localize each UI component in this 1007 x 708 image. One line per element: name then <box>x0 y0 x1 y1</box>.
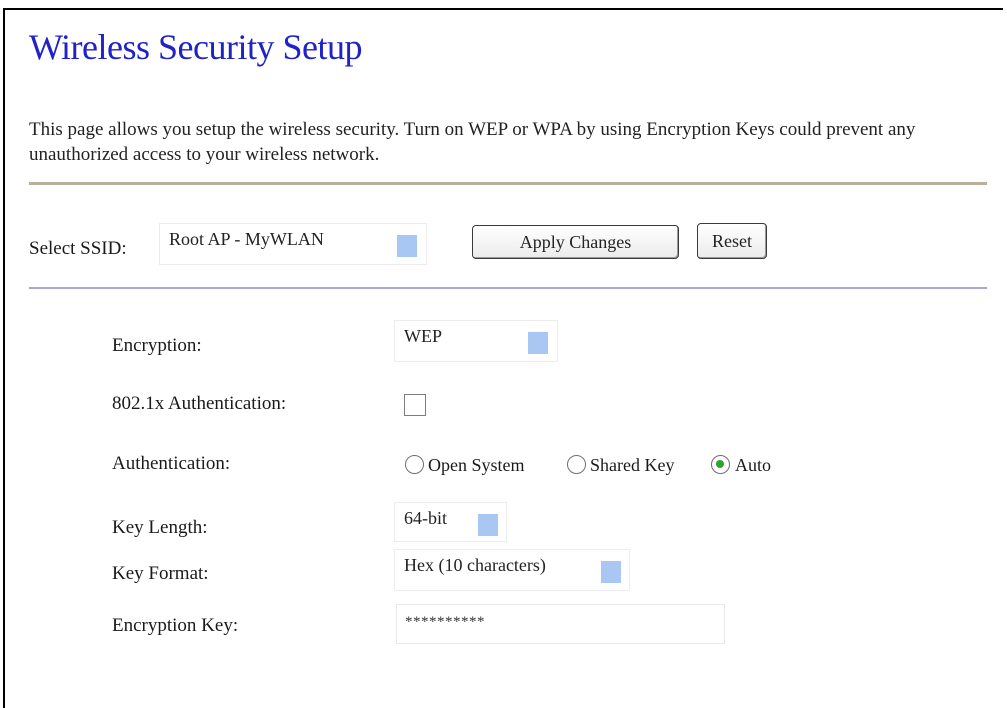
key-format-label: Key Format: <box>112 563 209 584</box>
encryption-key-value: ********** <box>405 614 485 630</box>
key-format-select-arrow-icon[interactable] <box>601 561 621 583</box>
auth-8021x-checkbox[interactable] <box>404 394 426 416</box>
divider-top <box>29 182 987 185</box>
encryption-key-label: Encryption Key: <box>112 615 239 636</box>
radio-shared-key[interactable] <box>567 455 586 474</box>
radio-auto[interactable] <box>711 455 730 474</box>
key-format-select-value: Hex (10 characters) <box>404 555 546 575</box>
encryption-key-input[interactable]: ********** <box>396 604 725 644</box>
apply-changes-label: Apply Changes <box>519 231 632 252</box>
encryption-select-arrow-icon[interactable] <box>528 332 548 354</box>
key-length-select[interactable]: 64-bit <box>394 502 507 542</box>
encryption-label: Encryption: <box>112 335 202 356</box>
key-length-label: Key Length: <box>112 517 208 538</box>
page-title: Wireless Security Setup <box>29 27 362 67</box>
key-length-select-value: 64-bit <box>404 508 447 528</box>
radio-auto-label: Auto <box>735 455 771 475</box>
ssid-select[interactable]: Root AP - MyWLAN <box>159 223 427 265</box>
reset-button[interactable]: Reset <box>697 223 767 259</box>
authentication-label: Authentication: <box>112 453 231 474</box>
reset-label: Reset <box>712 230 752 251</box>
page-description: This page allows you setup the wireless … <box>29 119 916 165</box>
encryption-select-value: WEP <box>404 326 442 346</box>
ssid-select-value: Root AP - MyWLAN <box>169 229 324 249</box>
select-ssid-label: Select SSID: <box>29 238 127 259</box>
radio-open-system[interactable] <box>405 455 424 474</box>
apply-changes-button[interactable]: Apply Changes <box>472 225 679 259</box>
auth-8021x-label: 802.1x Authentication: <box>112 393 287 414</box>
radio-shared-key-label: Shared Key <box>590 455 675 475</box>
encryption-select[interactable]: WEP <box>394 320 558 362</box>
divider-ssid <box>29 287 987 289</box>
ssid-select-arrow-icon[interactable] <box>397 235 417 257</box>
radio-open-system-label: Open System <box>428 455 525 475</box>
key-format-select[interactable]: Hex (10 characters) <box>394 549 630 591</box>
key-length-select-arrow-icon[interactable] <box>478 514 498 536</box>
